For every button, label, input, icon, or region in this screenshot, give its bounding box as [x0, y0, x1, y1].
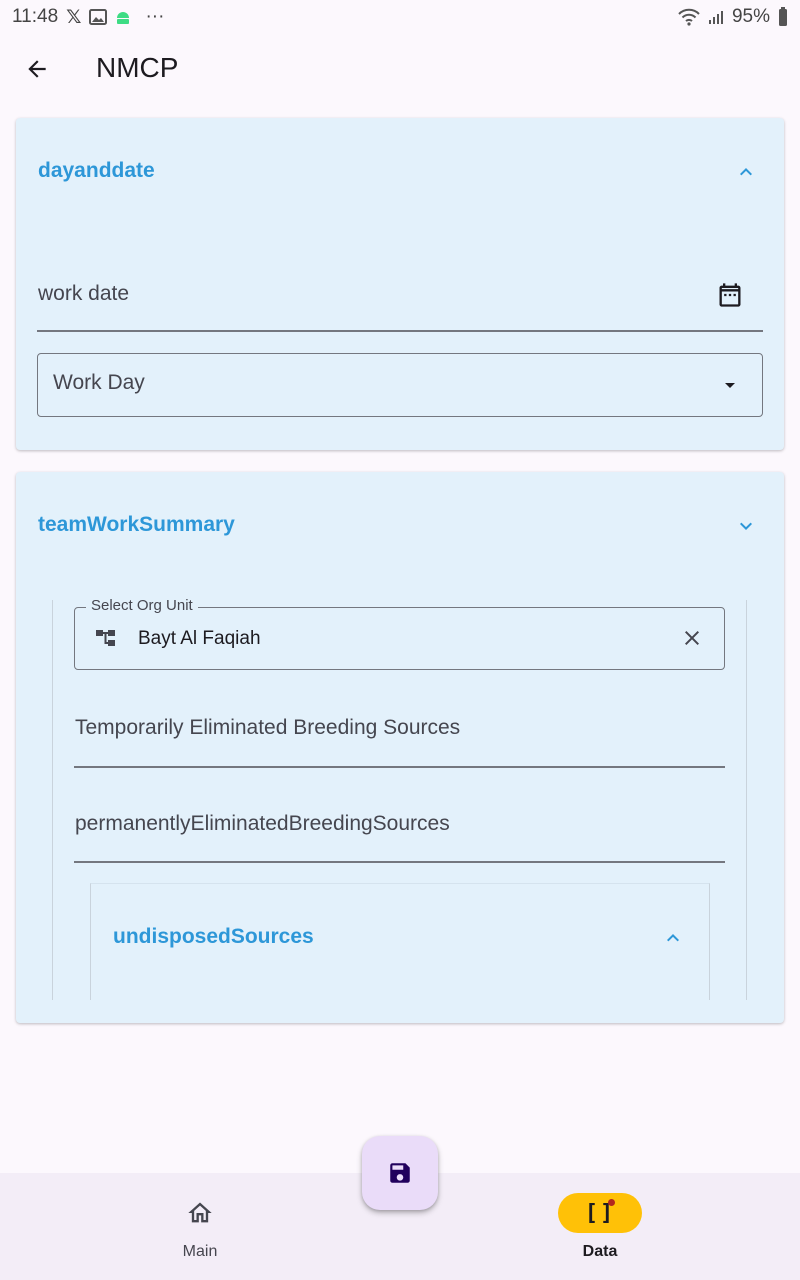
image-icon	[89, 9, 108, 25]
page-title: NMCP	[96, 52, 179, 83]
dayanddate-card: dayanddate work date Work Day	[16, 118, 784, 450]
nav-main-icon-wrap	[158, 1193, 242, 1233]
x-icon: 𝕏	[66, 6, 82, 28]
save-icon	[390, 1163, 410, 1183]
org-unit-label: Select Org Unit	[86, 597, 198, 614]
perm-eliminated-field[interactable]: permanentlyEliminatedBreedingSources	[75, 812, 450, 836]
home-icon	[188, 1202, 212, 1223]
undisposed-sources-header[interactable]: undisposedSources	[113, 925, 314, 949]
dayanddate-header[interactable]: dayanddate	[38, 159, 155, 183]
temp-eliminated-field[interactable]: Temporarily Eliminated Breeding Sources	[75, 716, 460, 740]
clear-icon[interactable]	[680, 626, 704, 655]
status-time: 11:48	[12, 6, 59, 27]
chevron-down-icon[interactable]	[734, 514, 758, 538]
nested-rail-right	[746, 600, 747, 1000]
nav-data-icon-wrap: []	[558, 1193, 642, 1233]
nav-main-label: Main	[182, 1243, 218, 1260]
org-tree-icon	[95, 628, 117, 653]
battery-text: 95%	[731, 6, 770, 27]
battery-icon	[779, 7, 787, 26]
team-work-summary-card: teamWorkSummary Select Org Unit Bayt Al …	[16, 472, 784, 1023]
org-unit-field[interactable]: Select Org Unit Bayt Al Faqiah	[74, 597, 725, 670]
android-icon	[117, 12, 130, 24]
arrow-back-icon	[28, 60, 46, 78]
nav-item-main[interactable]: Main	[100, 1193, 300, 1261]
nav-data-label: Data	[582, 1243, 618, 1260]
work-day-dropdown[interactable]: Work Day	[37, 353, 763, 417]
work-day-label: Work Day	[53, 371, 145, 394]
signal-icon	[708, 11, 723, 24]
back-button[interactable]	[20, 52, 54, 86]
nav-item-data[interactable]: [] Data	[500, 1193, 700, 1261]
work-date-field[interactable]: work date	[38, 282, 129, 306]
app-bar: NMCP	[0, 34, 800, 104]
chevron-up-icon[interactable]	[661, 926, 685, 950]
notification-dot	[608, 1199, 615, 1206]
status-bar: 11:48 𝕏 ··· 95%	[0, 0, 800, 34]
status-more: ···	[145, 6, 165, 27]
work-date-underline	[37, 330, 763, 332]
temp-eliminated-underline	[74, 766, 725, 768]
status-left: 11:48 𝕏 ···	[12, 6, 164, 29]
org-unit-value: Bayt Al Faqiah	[138, 628, 261, 649]
chevron-up-icon[interactable]	[734, 160, 758, 184]
perm-eliminated-underline	[74, 861, 725, 863]
wifi-icon	[678, 8, 700, 26]
calendar-icon[interactable]	[716, 280, 744, 315]
undisposed-sources-card: undisposedSources	[90, 883, 710, 1000]
dropdown-arrow-icon	[718, 373, 742, 402]
team-work-summary-header[interactable]: teamWorkSummary	[38, 513, 235, 537]
save-fab-button[interactable]	[362, 1136, 438, 1210]
status-right: 95%	[678, 6, 788, 28]
nested-rail-left	[52, 600, 53, 1000]
